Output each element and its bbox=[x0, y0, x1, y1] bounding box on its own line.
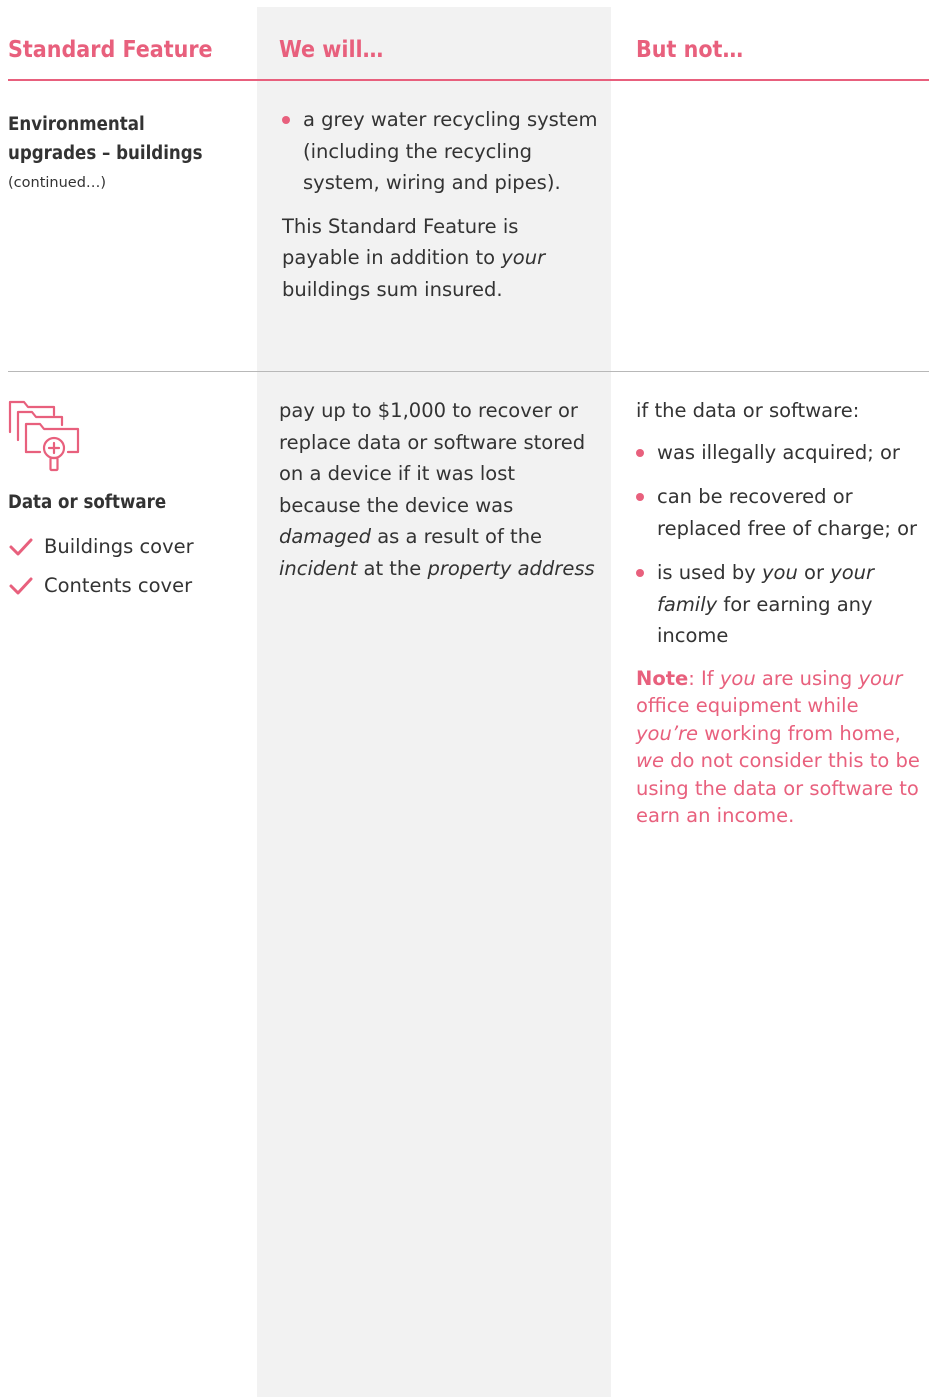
row1-we-will-cell: a grey water recycling system (including… bbox=[282, 104, 602, 305]
exclusion-item: was illegally acquired; or bbox=[636, 437, 921, 469]
row-divider bbox=[8, 371, 929, 372]
cover-item-buildings: Buildings cover bbox=[8, 527, 248, 566]
header-we-will: We will… bbox=[279, 37, 384, 63]
cover-list: Buildings cover Contents cover bbox=[8, 527, 248, 605]
checkmark-icon bbox=[9, 538, 33, 555]
row1-title-line2: upgrades – buildings bbox=[8, 143, 203, 164]
row1-title-line1: Environmental bbox=[8, 114, 145, 135]
row2-but-not-cell: if the data or software: was illegally a… bbox=[636, 395, 921, 830]
header-but-not: But not… bbox=[636, 37, 744, 63]
row2-title: Data or software bbox=[8, 492, 167, 513]
row2-exclusion-list: was illegally acquired; or can be recove… bbox=[636, 437, 921, 652]
checkmark-icon bbox=[9, 577, 33, 594]
row1-continued-note: (continued…) bbox=[8, 175, 107, 191]
cover-label: Contents cover bbox=[44, 573, 193, 597]
header-standard-feature: Standard Feature bbox=[8, 37, 213, 63]
folders-magnifier-icon bbox=[8, 396, 80, 474]
row1-bullet-item: a grey water recycling system (including… bbox=[282, 104, 602, 199]
cover-item-contents: Contents cover bbox=[8, 566, 248, 605]
exclusion-item: is used by you or your family for earnin… bbox=[636, 557, 921, 652]
row1-bullet-text: a grey water recycling system (including… bbox=[303, 108, 598, 194]
row1-payable-paragraph: This Standard Feature is payable in addi… bbox=[282, 214, 546, 301]
row2-we-will-cell: pay up to $1,000 to recover or replace d… bbox=[279, 395, 599, 584]
cover-label: Buildings cover bbox=[44, 534, 194, 558]
row1-feature-cell: Environmental upgrades – buildings (cont… bbox=[8, 110, 248, 200]
row2-note: Note: If you are using your office equip… bbox=[636, 666, 920, 828]
exclusion-item: can be recovered or replaced free of cha… bbox=[636, 481, 921, 544]
header-divider bbox=[8, 79, 929, 81]
row2-we-will-text: pay up to $1,000 to recover or replace d… bbox=[279, 399, 595, 580]
row1-bullet-list: a grey water recycling system (including… bbox=[282, 104, 602, 199]
row2-not-intro: if the data or software: bbox=[636, 399, 860, 422]
row2-feature-cell: Data or software Buildings cover Content… bbox=[8, 488, 248, 605]
table-header: Standard Feature We will… But not… bbox=[0, 7, 929, 81]
